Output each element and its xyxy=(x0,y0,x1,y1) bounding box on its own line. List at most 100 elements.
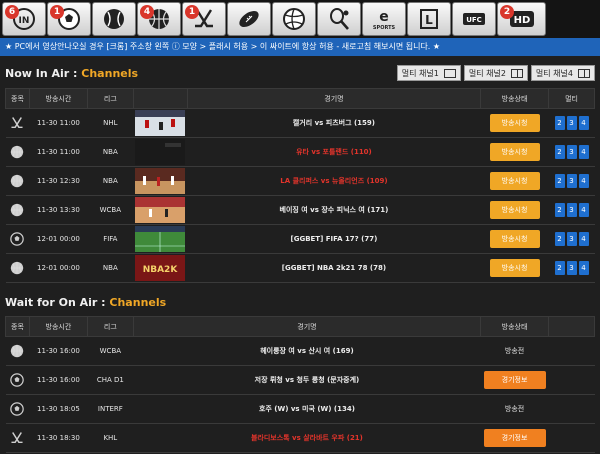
game-name: 베이징 여 vs 장수 피닉스 여 (171) xyxy=(187,195,481,225)
nav-baseball-button[interactable] xyxy=(92,2,136,36)
nav-lol-button[interactable]: L xyxy=(407,2,451,36)
multi-4-button[interactable]: 4 xyxy=(578,145,589,159)
status-cell: 방송시청 xyxy=(480,108,549,138)
live-row[interactable]: 11-30 11:00 NBA 유타 vs 포틀랜드 (110) 방송시청 2 3 4 xyxy=(5,137,595,167)
sport-cell xyxy=(5,253,30,283)
multi-3-button[interactable]: 3 xyxy=(566,203,577,217)
multi-4-button[interactable]: 4 xyxy=(578,116,589,130)
multi-channel-3-button[interactable]: 멀티 채널4 xyxy=(530,65,595,81)
multi-4-button[interactable]: 4 xyxy=(578,261,589,275)
thumbnail-cell[interactable] xyxy=(133,108,188,138)
nav-hd-button[interactable]: HD 2 xyxy=(497,2,546,36)
notice-banner: ★ PC에서 영상안나오실 경우 [크롬] 주소창 왼쪽 ⓘ 모양 > 플래시 … xyxy=(0,38,600,56)
broadcast-time: 11-30 18:30 xyxy=(29,423,88,453)
thumbnail-cell[interactable] xyxy=(133,137,188,167)
nav-tennis-button[interactable] xyxy=(317,2,361,36)
hockey-icon xyxy=(11,117,24,129)
multi-3-button[interactable]: 3 xyxy=(566,174,577,188)
broadcast-thumbnail[interactable] xyxy=(135,110,186,136)
header-league: 리그 xyxy=(86,316,134,337)
multi-2-button[interactable]: 2 xyxy=(554,261,565,275)
nav-count-badge: 2 xyxy=(500,5,514,19)
multi-3-button[interactable]: 3 xyxy=(566,232,577,246)
nav-football-button[interactable] xyxy=(227,2,271,36)
status-cell: 경기정보 xyxy=(480,365,549,395)
broadcast-thumbnail[interactable]: NBA2K xyxy=(135,255,186,281)
broadcast-thumbnail[interactable] xyxy=(135,197,186,223)
sport-cell xyxy=(5,394,30,424)
multi-2-button[interactable]: 2 xyxy=(554,174,565,188)
broadcast-thumbnail[interactable] xyxy=(135,226,186,252)
status-cell: 방송시청 xyxy=(480,195,549,225)
nav-volleyball-button[interactable] xyxy=(272,2,316,36)
nav-hockey-button[interactable]: 1 xyxy=(182,2,226,36)
blank-cell xyxy=(548,423,595,453)
soccer-ball-icon xyxy=(10,402,25,416)
multi-4-button[interactable]: 4 xyxy=(578,174,589,188)
game-info-button[interactable]: 경기정보 xyxy=(483,371,546,389)
page-root: IN 6 1 4 1 e SPORTS L UFC HD 2 ★ PC에서 영상안나오실 경우 [크… xyxy=(0,0,600,454)
broadcast-thumbnail[interactable] xyxy=(135,139,186,165)
multi-channel-2-button[interactable]: 멀티 채널2 xyxy=(463,65,528,81)
sport-nav-bar: IN 6 1 4 1 e SPORTS L UFC HD 2 xyxy=(0,0,600,38)
sport-cell xyxy=(5,224,30,254)
multi-3-button[interactable]: 3 xyxy=(566,261,577,275)
live-row[interactable]: 12-01 00:00 NBA NBA2K [GGBET] NBA 2k21 78 (… xyxy=(5,253,595,283)
basketball-icon xyxy=(11,203,24,217)
league: FIFA xyxy=(87,224,134,254)
nav-esports-button[interactable]: e SPORTS xyxy=(362,2,406,36)
svg-text:L: L xyxy=(425,13,433,27)
multi-channel-1-button[interactable]: 멀티 채널1 xyxy=(396,65,461,81)
svg-text:e: e xyxy=(379,9,389,25)
multi-2-button[interactable]: 2 xyxy=(554,116,565,130)
multi-2-button[interactable]: 2 xyxy=(554,203,565,217)
nav-soccer-ball-button[interactable]: 1 xyxy=(47,2,91,36)
status-cell: 방송시청 xyxy=(480,137,549,167)
live-title-highlight: Channels xyxy=(81,67,139,80)
watch-broadcast-button[interactable]: 방송시청 xyxy=(489,172,540,190)
broadcast-time: 11-30 12:30 xyxy=(29,166,88,196)
multi-2-button[interactable]: 2 xyxy=(554,232,565,246)
watch-broadcast-button[interactable]: 방송시청 xyxy=(489,143,540,161)
nav-count-badge: 6 xyxy=(5,5,19,19)
nav-live-button[interactable]: IN 6 xyxy=(2,2,46,36)
status-cell: 경기정보 xyxy=(480,423,549,453)
live-row[interactable]: 11-30 12:30 NBA LA 클리퍼스 vs 뉴올리언즈 (109) 방송시청… xyxy=(5,166,595,196)
multi-4-button[interactable]: 4 xyxy=(578,203,589,217)
wait-title-highlight: Channels xyxy=(109,296,167,309)
live-row[interactable]: 12-01 00:00 FIFA [GGBET] FIFA 17? (77) 방송시청… xyxy=(5,224,595,254)
multi-4-button[interactable]: 4 xyxy=(578,232,589,246)
multi-cell: 234 xyxy=(548,108,595,138)
header-time: 방송시간 xyxy=(28,88,88,109)
multi-3-button[interactable]: 3 xyxy=(566,145,577,159)
wait-table-header: 종목 방송시간 리그 경기명 방송상태 xyxy=(5,316,595,337)
game-info-button[interactable]: 경기정보 xyxy=(483,429,546,447)
hockey-icon xyxy=(11,432,24,444)
multi-2-button[interactable]: 2 xyxy=(554,145,565,159)
watch-broadcast-button[interactable]: 방송시청 xyxy=(489,201,540,219)
svg-text:SPORTS: SPORTS xyxy=(373,25,396,31)
thumbnail-cell[interactable] xyxy=(133,166,188,196)
broadcast-thumbnail[interactable] xyxy=(135,168,186,194)
wait-channels-table: 종목 방송시간 리그 경기명 방송상태 11-30 16:00 WCBA 헤이룽장 … xyxy=(5,316,595,453)
live-row[interactable]: 11-30 11:00 NHL 캘거리 vs 피츠버그 (159) 방송시청 2 3 4 xyxy=(5,108,595,138)
blank-cell xyxy=(548,394,595,424)
watch-broadcast-button[interactable]: 방송시청 xyxy=(489,230,540,248)
nav-ufc-button[interactable]: UFC xyxy=(452,2,496,36)
thumbnail-cell[interactable] xyxy=(133,224,188,254)
thumbnail-cell[interactable]: NBA2K xyxy=(133,253,188,283)
baseball-icon xyxy=(104,9,124,29)
watch-broadcast-button[interactable]: 방송시청 xyxy=(489,259,540,277)
svg-text:IN: IN xyxy=(19,16,30,26)
nav-basketball-button[interactable]: 4 xyxy=(137,2,181,36)
status-cell: 방송시청 xyxy=(480,224,549,254)
game-name: 유타 vs 포틀랜드 (110) xyxy=(187,137,481,167)
thumbnail-cell[interactable] xyxy=(133,195,188,225)
broadcast-time: 12-01 00:00 xyxy=(29,253,88,283)
nav-count-badge: 1 xyxy=(50,5,64,19)
watch-broadcast-button[interactable]: 방송시청 xyxy=(489,114,540,132)
live-row[interactable]: 11-30 13:30 WCBA 베이징 여 vs 장수 피닉스 여 (171) 방송… xyxy=(5,195,595,225)
volleyball-icon xyxy=(283,8,305,30)
screen-icon xyxy=(443,68,456,78)
multi-3-button[interactable]: 3 xyxy=(566,116,577,130)
